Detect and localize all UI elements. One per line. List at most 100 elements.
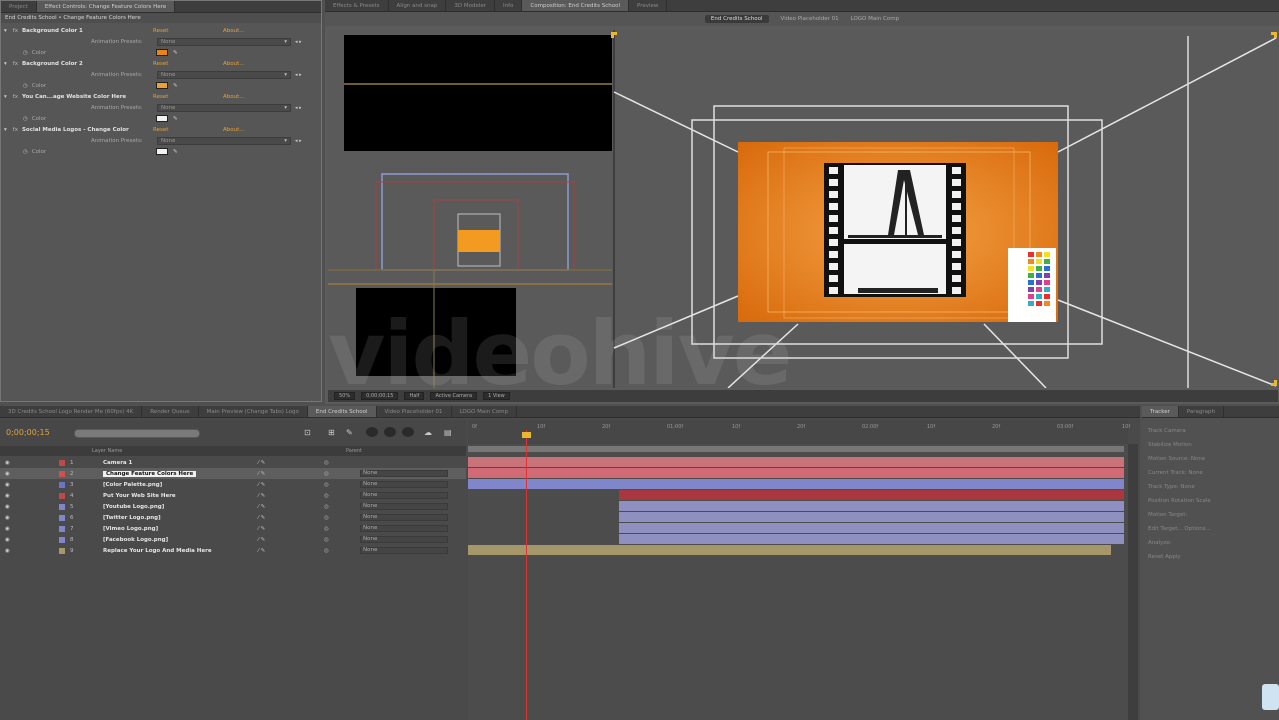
right_panel.tabs-tab-1[interactable]: Paragraph bbox=[1179, 406, 1225, 417]
brainstorm-icon[interactable]: ☁ bbox=[424, 428, 432, 437]
top_tabs_right-tab-0[interactable]: Effects & Presets bbox=[325, 0, 389, 11]
shy-layers-icon[interactable]: ✎ bbox=[346, 428, 353, 437]
tracker-row[interactable]: Motion Target: bbox=[1142, 508, 1279, 522]
eye-icon[interactable]: ◉ bbox=[5, 537, 10, 543]
switches-icon[interactable]: ⁄ ✎ bbox=[258, 460, 265, 466]
tracker-row[interactable]: Motion Source: None bbox=[1142, 452, 1279, 466]
top_tabs_right-tab-5[interactable]: Preview bbox=[629, 0, 668, 11]
top_tabs_right-tab-4[interactable]: Composition: End Credits School bbox=[522, 0, 630, 11]
disclosure-triangle-icon[interactable]: ▾ bbox=[4, 28, 7, 34]
work-area-bar[interactable] bbox=[468, 446, 1124, 452]
effect-row[interactable]: ▾ fx Social Media Logos - Change Color Rese… bbox=[1, 124, 321, 135]
tracker-row[interactable]: Track Type: None bbox=[1142, 480, 1279, 494]
about-link[interactable]: About... bbox=[223, 127, 245, 133]
eye-icon[interactable]: ◉ bbox=[5, 548, 10, 554]
layer-name[interactable]: [Youtube Logo.png] bbox=[103, 504, 164, 510]
layer-duration-bar[interactable] bbox=[468, 468, 1124, 478]
eyedropper-icon[interactable]: ✎ bbox=[173, 83, 180, 89]
comp-viewer[interactable]: videohive bbox=[328, 30, 1278, 405]
label-color-swatch[interactable] bbox=[59, 514, 65, 521]
layer-name[interactable]: [Facebook Logo.png] bbox=[103, 537, 168, 543]
info-icon[interactable] bbox=[1262, 684, 1279, 710]
layer-name[interactable]: [Twitter Logo.png] bbox=[103, 515, 161, 521]
parent-dropdown[interactable]: None bbox=[360, 481, 448, 488]
tracker-row[interactable]: Stabilize Motion bbox=[1142, 438, 1279, 452]
layer-row[interactable]: ◉ 4 Put Your Web Site Here ⁄ ✎ ◎ None bbox=[0, 490, 466, 501]
eye-icon[interactable]: ◉ bbox=[5, 526, 10, 532]
top_tabs_left-tab-1[interactable]: Effect Controls: Change Feature Colors H… bbox=[36, 1, 176, 12]
disclosure-triangle-icon[interactable]: ▾ bbox=[4, 61, 7, 67]
layer-duration-bar[interactable] bbox=[618, 534, 1124, 544]
solo-icon[interactable]: ◎ bbox=[324, 482, 329, 488]
switches-icon[interactable]: ⁄ ✎ bbox=[258, 493, 265, 499]
tracker-row[interactable]: Track Camera bbox=[1142, 424, 1279, 438]
eyedropper-icon[interactable]: ✎ bbox=[173, 149, 180, 155]
anim-presets-dropdown[interactable]: None ▾ bbox=[157, 103, 291, 112]
layer-name[interactable]: Camera 1 bbox=[103, 460, 132, 466]
label-color-swatch[interactable] bbox=[59, 470, 65, 477]
zoom-dropdown[interactable]: 50% bbox=[334, 392, 356, 400]
camera-dropdown[interactable]: Active Camera bbox=[430, 392, 478, 400]
preset-nav-icon[interactable]: ◂ ▸ bbox=[295, 138, 302, 144]
effect-row[interactable]: ▾ fx You Can...age Website Color Here Reset… bbox=[1, 91, 321, 102]
layer-row[interactable]: ◉ 7 [Vimeo Logo.png] ⁄ ✎ ◎ None bbox=[0, 523, 466, 534]
layer-duration-bar[interactable] bbox=[618, 501, 1124, 511]
solo-icon[interactable]: ◎ bbox=[324, 526, 329, 532]
about-link[interactable]: About... bbox=[223, 61, 245, 67]
color-swatch[interactable] bbox=[156, 82, 168, 89]
eye-icon[interactable]: ◉ bbox=[5, 504, 10, 510]
playhead-line[interactable] bbox=[526, 430, 527, 720]
timeline_tabs-tab-2[interactable]: Main Preview (Change Tabs) Logo bbox=[199, 406, 308, 417]
anim-presets-dropdown[interactable]: None ▾ bbox=[157, 136, 291, 145]
solo-icon[interactable]: ◎ bbox=[324, 471, 329, 477]
tracker-row[interactable]: Current Track: None bbox=[1142, 466, 1279, 480]
reset-link[interactable]: Reset bbox=[153, 127, 168, 133]
playhead-handle[interactable] bbox=[522, 432, 531, 438]
layer-row[interactable]: ◉ 2 Change Feature Colors Here ⁄ ✎ ◎ None bbox=[0, 468, 466, 479]
motion-blur-icon[interactable] bbox=[384, 427, 396, 437]
reset-link[interactable]: Reset bbox=[153, 28, 168, 34]
fx-toggle-icon[interactable]: fx bbox=[13, 94, 18, 100]
timeline_tabs-tab-3[interactable]: End Credits School bbox=[307, 406, 377, 417]
timeline_tabs-tab-4[interactable]: Video Placeholder 01 bbox=[377, 406, 452, 417]
solo-icon[interactable]: ◎ bbox=[324, 460, 329, 466]
layer-row[interactable]: ◉ 8 [Facebook Logo.png] ⁄ ✎ ◎ None bbox=[0, 534, 466, 545]
resolution-dropdown[interactable]: Half bbox=[404, 392, 425, 400]
stopwatch-icon[interactable]: ◷ bbox=[23, 83, 28, 89]
switches-icon[interactable]: ⁄ ✎ bbox=[258, 515, 265, 521]
top_tabs_right-tab-2[interactable]: 3D Modeler bbox=[446, 0, 496, 11]
eye-icon[interactable]: ◉ bbox=[5, 493, 10, 499]
label-color-swatch[interactable] bbox=[59, 459, 65, 466]
comp-flowchart-icon[interactable]: ⊞ bbox=[328, 428, 335, 437]
anim-presets-dropdown[interactable]: None ▾ bbox=[157, 37, 291, 46]
top_tabs_right-tab-1[interactable]: Align and snap bbox=[389, 0, 447, 11]
layer-duration-bar[interactable] bbox=[468, 545, 1111, 555]
corner-handle[interactable] bbox=[1271, 32, 1277, 38]
label-color-swatch[interactable] bbox=[59, 503, 65, 510]
eyedropper-icon[interactable]: ✎ bbox=[173, 50, 180, 56]
parent-dropdown[interactable]: None bbox=[360, 470, 448, 477]
anim-presets-dropdown[interactable]: None ▾ bbox=[157, 70, 291, 79]
disclosure-triangle-icon[interactable]: ▾ bbox=[4, 127, 7, 133]
label-color-swatch[interactable] bbox=[59, 481, 65, 488]
top_tabs_left-tab-0[interactable]: Project bbox=[1, 1, 37, 12]
top_tabs_right-tab-3[interactable]: Info bbox=[495, 0, 523, 11]
layer-name[interactable]: Replace Your Logo And Media Here bbox=[103, 548, 212, 554]
eye-icon[interactable]: ◉ bbox=[5, 482, 10, 488]
search-input[interactable] bbox=[74, 429, 200, 438]
preset-nav-icon[interactable]: ◂ ▸ bbox=[295, 105, 302, 111]
timeline_tabs-tab-5[interactable]: LOGO Main Comp bbox=[452, 406, 518, 417]
solo-icon[interactable]: ◎ bbox=[324, 493, 329, 499]
timeline-scrollbar[interactable] bbox=[1128, 444, 1138, 720]
layer-duration-bar[interactable] bbox=[618, 523, 1124, 533]
parent-dropdown[interactable]: None bbox=[360, 547, 448, 554]
preset-nav-icon[interactable]: ◂ ▸ bbox=[295, 39, 302, 45]
switches-icon[interactable]: ⁄ ✎ bbox=[258, 548, 265, 554]
layer-duration-bar[interactable] bbox=[618, 490, 1124, 500]
timeline_tabs-tab-1[interactable]: Render Queue bbox=[142, 406, 199, 417]
corner-handle[interactable] bbox=[1271, 380, 1277, 386]
switches-icon[interactable]: ⁄ ✎ bbox=[258, 537, 265, 543]
fx-toggle-icon[interactable]: fx bbox=[13, 28, 18, 34]
label-color-swatch[interactable] bbox=[59, 492, 65, 499]
preset-nav-icon[interactable]: ◂ ▸ bbox=[295, 72, 302, 78]
